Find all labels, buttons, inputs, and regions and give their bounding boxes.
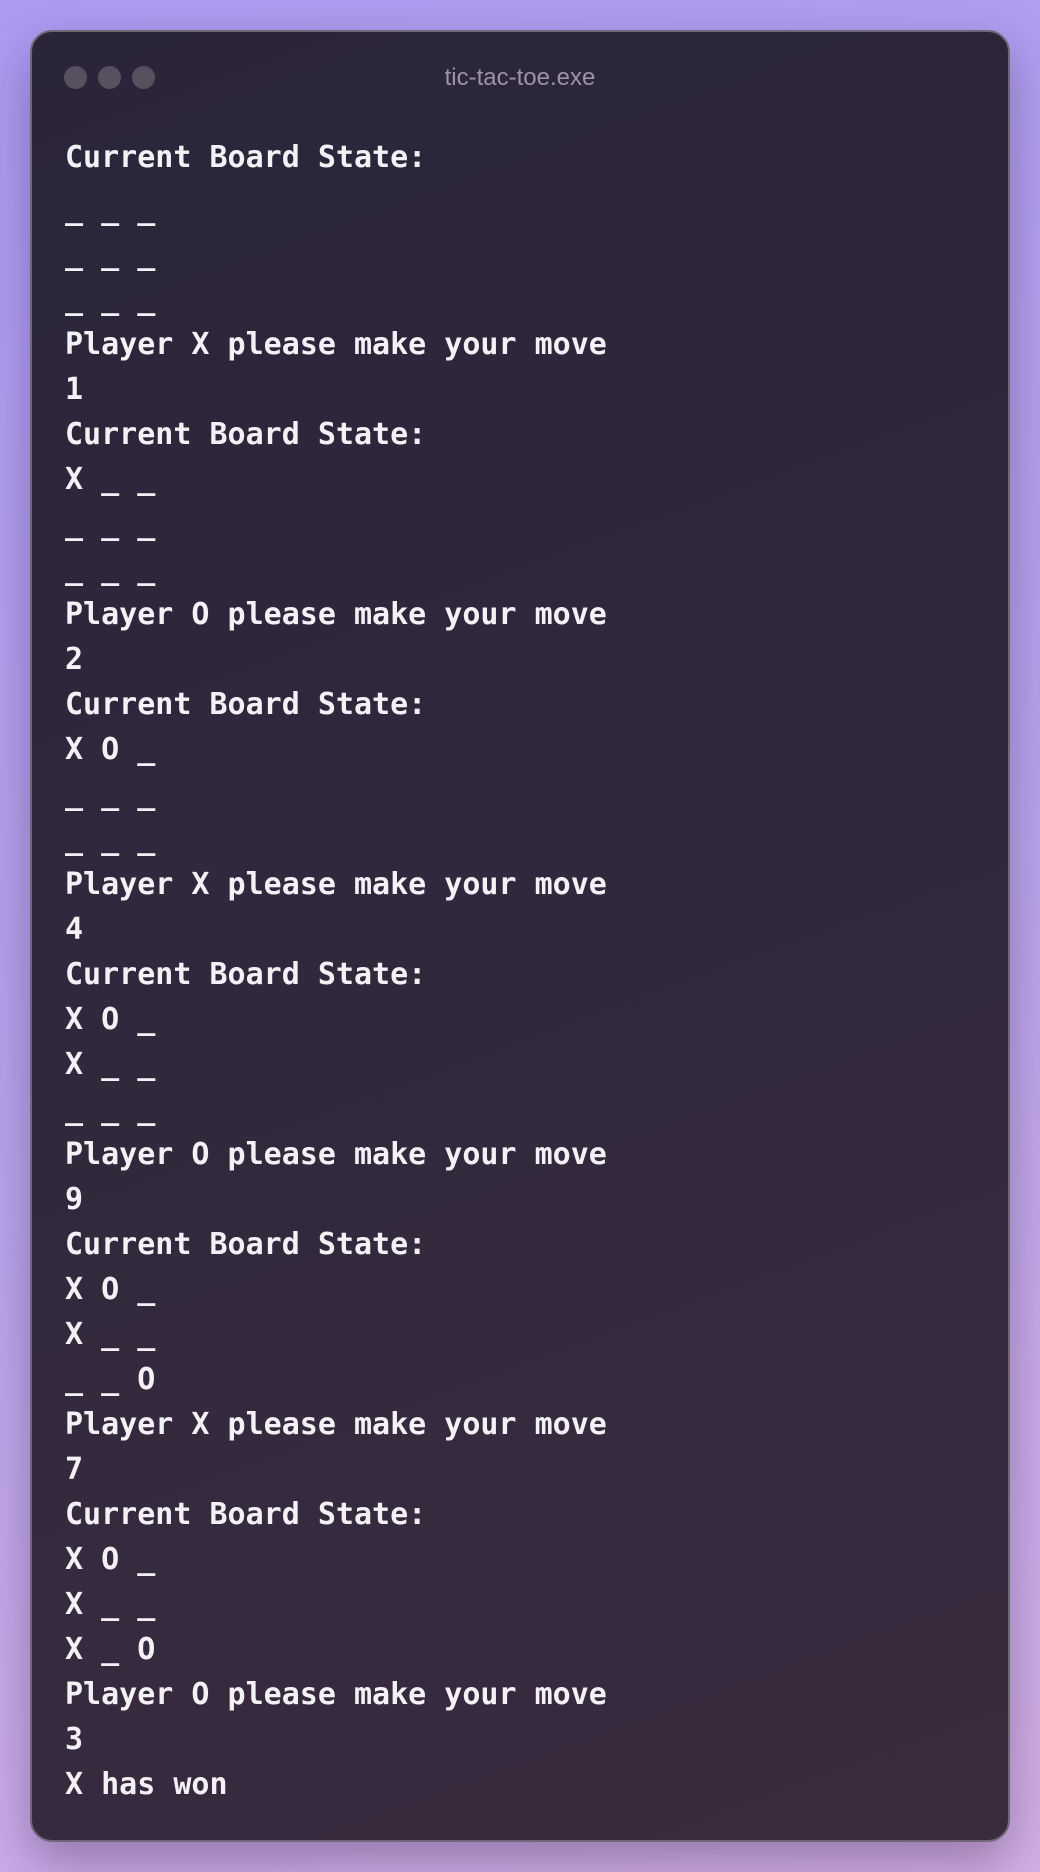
terminal-line: Current Board State: (65, 1227, 427, 1262)
terminal-line: 9 (65, 1182, 84, 1217)
terminal-line: Player O please make your move (65, 1137, 607, 1172)
terminal-line: Current Board State: (65, 957, 427, 992)
title-bar: tic-tac-toe.exe (32, 32, 1008, 124)
terminal-line: _ _ _ (65, 552, 156, 587)
terminal-line: 7 (65, 1452, 84, 1487)
terminal-window: tic-tac-toe.exe Current Board State: _ _ … (30, 30, 1010, 1842)
terminal-line: X _ _ (65, 462, 156, 497)
terminal-line: Current Board State: (65, 687, 427, 722)
terminal-line: X O _ (65, 1002, 156, 1037)
window-title: tic-tac-toe.exe (444, 64, 596, 91)
terminal-line: X _ _ (65, 1587, 156, 1622)
terminal-line: _ _ O (65, 1362, 156, 1397)
terminal-line: X _ _ (65, 1317, 156, 1352)
terminal-line: 3 (65, 1722, 84, 1757)
terminal-line: _ _ _ (65, 507, 156, 542)
terminal-line: Player X please make your move (65, 327, 607, 362)
terminal-line: _ _ _ (65, 1092, 156, 1127)
terminal-line: Player X please make your move (65, 1407, 607, 1442)
terminal-line: Player O please make your move (65, 1677, 607, 1712)
terminal-line: X has won (65, 1767, 228, 1802)
terminal-line: Current Board State: (65, 140, 427, 175)
terminal-line: 2 (65, 642, 84, 677)
terminal-line: Current Board State: (65, 1497, 427, 1532)
terminal-line: _ _ _ (65, 282, 156, 317)
terminal-output: Current Board State: _ _ _ _ _ _ _ _ _ Playe… (65, 135, 988, 1807)
terminal-line: Current Board State: (65, 417, 427, 452)
terminal-line: 4 (65, 912, 84, 947)
terminal-line: X O _ (65, 1542, 156, 1577)
terminal-line: 1 (65, 372, 84, 407)
terminal-line: X O _ (65, 1272, 156, 1307)
terminal-line: X _ _ (65, 1047, 156, 1082)
terminal-line: _ _ _ (65, 237, 156, 272)
terminal-line: Player X please make your move (65, 867, 607, 902)
terminal-line: X O _ (65, 732, 156, 767)
terminal-line: _ _ _ (65, 822, 156, 857)
terminal-line: X _ O (65, 1632, 156, 1667)
terminal-line: _ _ _ (65, 777, 156, 812)
terminal-line: Player O please make your move (65, 597, 607, 632)
terminal-line: _ _ _ (65, 192, 156, 227)
